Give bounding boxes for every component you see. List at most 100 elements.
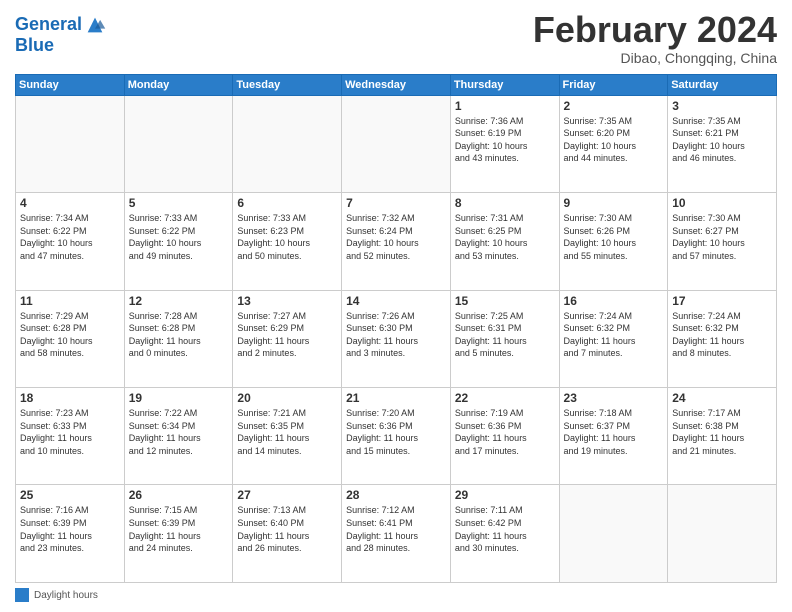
day-info: Sunrise: 7:21 AM Sunset: 6:35 PM Dayligh… bbox=[237, 407, 337, 457]
day-number: 16 bbox=[564, 294, 664, 308]
calendar-day-cell: 1Sunrise: 7:36 AM Sunset: 6:19 PM Daylig… bbox=[450, 95, 559, 192]
day-info: Sunrise: 7:24 AM Sunset: 6:32 PM Dayligh… bbox=[564, 310, 664, 360]
calendar-day-cell: 13 Sunrise: 7:27 AM Sunset: 6:29 PM Dayli… bbox=[233, 290, 342, 387]
header: General Blue February 2024 Dibao, Chongq… bbox=[15, 10, 777, 66]
calendar-day-cell: 18Sunrise: 7:23 AM Sunset: 6:33 PM Dayli… bbox=[16, 388, 125, 485]
logo-text-blue: Blue bbox=[15, 36, 106, 56]
day-info: Sunrise: 7:33 AM Sunset: 6:23 PM Dayligh… bbox=[237, 212, 337, 262]
day-number: 17 bbox=[672, 294, 772, 308]
page: General Blue February 2024 Dibao, Chongq… bbox=[0, 0, 792, 612]
day-number: 12 bbox=[129, 294, 229, 308]
day-info: Sunrise: 7:34 AM Sunset: 6:22 PM Dayligh… bbox=[20, 212, 120, 262]
day-info: Sunrise: 7:24 AM Sunset: 6:32 PM Dayligh… bbox=[672, 310, 772, 360]
calendar-day-cell: 20 Sunrise: 7:21 AM Sunset: 6:35 PM Dayli… bbox=[233, 388, 342, 485]
weekday-header: Tuesday bbox=[233, 74, 342, 95]
day-info: Sunrise: 7:11 AM Sunset: 6:42 PM Dayligh… bbox=[455, 504, 555, 554]
weekday-header: Monday bbox=[124, 74, 233, 95]
calendar-week-row: 1Sunrise: 7:36 AM Sunset: 6:19 PM Daylig… bbox=[16, 95, 777, 192]
calendar-day-cell bbox=[668, 485, 777, 583]
calendar-day-cell bbox=[342, 95, 451, 192]
day-number: 3 bbox=[672, 99, 772, 113]
calendar-day-cell: 23 Sunrise: 7:18 AM Sunset: 6:37 PM Dayli… bbox=[559, 388, 668, 485]
day-number: 10 bbox=[672, 196, 772, 210]
day-info: Sunrise: 7:25 AM Sunset: 6:31 PM Dayligh… bbox=[455, 310, 555, 360]
day-info: Sunrise: 7:12 AM Sunset: 6:41 PM Dayligh… bbox=[346, 504, 446, 554]
day-number: 21 bbox=[346, 391, 446, 405]
weekday-header: Wednesday bbox=[342, 74, 451, 95]
calendar-week-row: 25Sunrise: 7:16 AM Sunset: 6:39 PM Dayli… bbox=[16, 485, 777, 583]
day-number: 26 bbox=[129, 488, 229, 502]
calendar-day-cell: 21 Sunrise: 7:20 AM Sunset: 6:36 PM Dayli… bbox=[342, 388, 451, 485]
legend-color-box bbox=[15, 588, 29, 602]
calendar-day-cell: 25Sunrise: 7:16 AM Sunset: 6:39 PM Dayli… bbox=[16, 485, 125, 583]
day-number: 7 bbox=[346, 196, 446, 210]
day-info: Sunrise: 7:22 AM Sunset: 6:34 PM Dayligh… bbox=[129, 407, 229, 457]
calendar-table: SundayMondayTuesdayWednesdayThursdayFrid… bbox=[15, 74, 777, 583]
calendar-day-cell: 29 Sunrise: 7:11 AM Sunset: 6:42 PM Dayli… bbox=[450, 485, 559, 583]
calendar-day-cell: 7 Sunrise: 7:32 AM Sunset: 6:24 PM Daylig… bbox=[342, 193, 451, 290]
day-number: 11 bbox=[20, 294, 120, 308]
day-info: Sunrise: 7:32 AM Sunset: 6:24 PM Dayligh… bbox=[346, 212, 446, 262]
calendar-day-cell: 22 Sunrise: 7:19 AM Sunset: 6:36 PM Dayli… bbox=[450, 388, 559, 485]
calendar-day-cell: 10 Sunrise: 7:30 AM Sunset: 6:27 PM Dayli… bbox=[668, 193, 777, 290]
calendar-day-cell: 26 Sunrise: 7:15 AM Sunset: 6:39 PM Dayli… bbox=[124, 485, 233, 583]
calendar-day-cell: 15 Sunrise: 7:25 AM Sunset: 6:31 PM Dayli… bbox=[450, 290, 559, 387]
calendar-day-cell: 11 Sunrise: 7:29 AM Sunset: 6:28 PM Dayli… bbox=[16, 290, 125, 387]
calendar-day-cell: 2 Sunrise: 7:35 AM Sunset: 6:20 PM Daylig… bbox=[559, 95, 668, 192]
calendar-day-cell: 12 Sunrise: 7:28 AM Sunset: 6:28 PM Dayli… bbox=[124, 290, 233, 387]
day-number: 27 bbox=[237, 488, 337, 502]
logo-text: General bbox=[15, 15, 82, 35]
calendar-day-cell bbox=[559, 485, 668, 583]
day-number: 29 bbox=[455, 488, 555, 502]
day-info: Sunrise: 7:27 AM Sunset: 6:29 PM Dayligh… bbox=[237, 310, 337, 360]
calendar-week-row: 18Sunrise: 7:23 AM Sunset: 6:33 PM Dayli… bbox=[16, 388, 777, 485]
calendar-day-cell: 3 Sunrise: 7:35 AM Sunset: 6:21 PM Daylig… bbox=[668, 95, 777, 192]
day-number: 13 bbox=[237, 294, 337, 308]
day-number: 8 bbox=[455, 196, 555, 210]
calendar-day-cell bbox=[233, 95, 342, 192]
day-number: 28 bbox=[346, 488, 446, 502]
month-title: February 2024 bbox=[533, 10, 777, 50]
day-number: 4 bbox=[20, 196, 120, 210]
calendar-day-cell: 19 Sunrise: 7:22 AM Sunset: 6:34 PM Dayli… bbox=[124, 388, 233, 485]
day-number: 25 bbox=[20, 488, 120, 502]
day-number: 15 bbox=[455, 294, 555, 308]
calendar-week-row: 4 Sunrise: 7:34 AM Sunset: 6:22 PM Daylig… bbox=[16, 193, 777, 290]
day-info: Sunrise: 7:35 AM Sunset: 6:20 PM Dayligh… bbox=[564, 115, 664, 165]
day-number: 24 bbox=[672, 391, 772, 405]
calendar-day-cell: 8 Sunrise: 7:31 AM Sunset: 6:25 PM Daylig… bbox=[450, 193, 559, 290]
subtitle: Dibao, Chongqing, China bbox=[533, 50, 777, 66]
weekday-header: Friday bbox=[559, 74, 668, 95]
calendar-day-cell: 4 Sunrise: 7:34 AM Sunset: 6:22 PM Daylig… bbox=[16, 193, 125, 290]
day-number: 18 bbox=[20, 391, 120, 405]
day-info: Sunrise: 7:17 AM Sunset: 6:38 PM Dayligh… bbox=[672, 407, 772, 457]
day-info: Sunrise: 7:28 AM Sunset: 6:28 PM Dayligh… bbox=[129, 310, 229, 360]
day-info: Sunrise: 7:30 AM Sunset: 6:27 PM Dayligh… bbox=[672, 212, 772, 262]
day-number: 6 bbox=[237, 196, 337, 210]
day-number: 2 bbox=[564, 99, 664, 113]
day-info: Sunrise: 7:19 AM Sunset: 6:36 PM Dayligh… bbox=[455, 407, 555, 457]
legend: Daylight hours bbox=[15, 588, 777, 602]
day-number: 1 bbox=[455, 99, 555, 113]
day-info: Sunrise: 7:13 AM Sunset: 6:40 PM Dayligh… bbox=[237, 504, 337, 554]
day-number: 5 bbox=[129, 196, 229, 210]
calendar-day-cell: 27 Sunrise: 7:13 AM Sunset: 6:40 PM Dayli… bbox=[233, 485, 342, 583]
weekday-header: Thursday bbox=[450, 74, 559, 95]
day-info: Sunrise: 7:33 AM Sunset: 6:22 PM Dayligh… bbox=[129, 212, 229, 262]
calendar-day-cell bbox=[16, 95, 125, 192]
day-number: 23 bbox=[564, 391, 664, 405]
day-info: Sunrise: 7:31 AM Sunset: 6:25 PM Dayligh… bbox=[455, 212, 555, 262]
day-number: 9 bbox=[564, 196, 664, 210]
calendar-day-cell: 17 Sunrise: 7:24 AM Sunset: 6:32 PM Dayli… bbox=[668, 290, 777, 387]
day-info: Sunrise: 7:15 AM Sunset: 6:39 PM Dayligh… bbox=[129, 504, 229, 554]
calendar-day-cell: 24 Sunrise: 7:17 AM Sunset: 6:38 PM Dayli… bbox=[668, 388, 777, 485]
day-info: Sunrise: 7:20 AM Sunset: 6:36 PM Dayligh… bbox=[346, 407, 446, 457]
title-block: February 2024 Dibao, Chongqing, China bbox=[533, 10, 777, 66]
day-number: 22 bbox=[455, 391, 555, 405]
day-number: 19 bbox=[129, 391, 229, 405]
day-info: Sunrise: 7:35 AM Sunset: 6:21 PM Dayligh… bbox=[672, 115, 772, 165]
calendar-day-cell: 9Sunrise: 7:30 AM Sunset: 6:26 PM Daylig… bbox=[559, 193, 668, 290]
day-info: Sunrise: 7:18 AM Sunset: 6:37 PM Dayligh… bbox=[564, 407, 664, 457]
day-number: 20 bbox=[237, 391, 337, 405]
day-info: Sunrise: 7:29 AM Sunset: 6:28 PM Dayligh… bbox=[20, 310, 120, 360]
